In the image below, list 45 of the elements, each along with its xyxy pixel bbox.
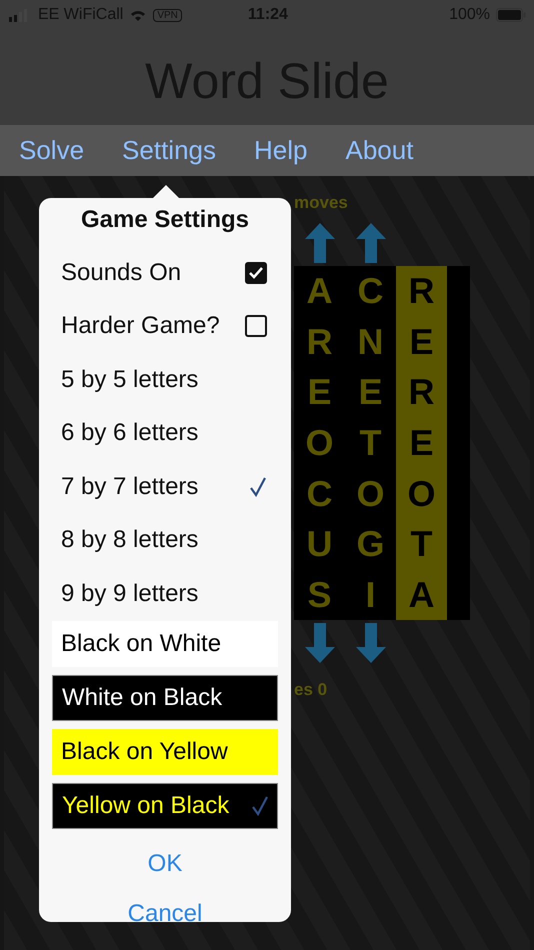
checkbox[interactable] [245,262,267,284]
letter-tile[interactable]: G [356,523,384,566]
menu-link[interactable]: Help [254,135,308,166]
size-option[interactable]: 9 by 9 letters [39,567,291,620]
letter-tile[interactable]: A [408,574,434,616]
setting-label: Sounds On [61,258,182,287]
theme-option[interactable]: Black on Yellow [52,728,278,774]
letter-tile[interactable]: T [410,523,432,566]
target-text: moves [294,192,349,214]
letter-tile[interactable]: R [408,371,434,414]
letter-tile[interactable]: I [365,574,376,616]
menu-link[interactable]: Settings [122,135,216,166]
checkbox[interactable] [245,315,267,338]
letter-tile[interactable]: O [305,422,334,464]
moves-text: es 0 [294,679,328,700]
letter-tile[interactable]: E [409,320,434,363]
size-option[interactable]: 8 by 8 letters [39,514,291,567]
letter-tile[interactable]: E [307,371,332,414]
letter-tile[interactable]: U [306,523,332,566]
size-option[interactable]: 5 by 5 letters [39,353,291,406]
battery-icon [496,8,526,22]
letter-tile[interactable]: R [306,320,332,363]
letter-tile[interactable]: C [358,270,384,312]
letter-tile[interactable]: A [306,270,332,312]
wifi-icon [129,8,148,22]
size-option[interactable]: 7 by 7 letters [39,460,291,514]
menu-link[interactable]: About [345,135,414,166]
letter-tile[interactable]: S [307,574,332,616]
letter-tile[interactable]: C [306,472,332,515]
menu-link[interactable]: Solve [19,135,84,166]
cancel-button[interactable]: Cancel [124,888,206,922]
size-option[interactable]: 6 by 6 letters [39,406,291,460]
setting-label: Harder Game? [61,312,220,340]
theme-option[interactable]: Black on White [52,620,278,666]
letter-tile[interactable]: O [356,472,384,515]
popover-title: Game Settings [80,205,250,235]
letter-tile[interactable]: E [358,371,382,414]
letter-tile[interactable]: R [408,270,434,312]
theme-option[interactable]: White on Black [52,674,278,720]
letter-tile[interactable]: T [360,422,382,464]
letter-tile[interactable]: E [409,422,434,464]
letter-tile[interactable]: N [358,320,384,363]
ok-button[interactable]: OK [144,838,186,888]
letter-tile[interactable]: O [407,472,436,515]
theme-option[interactable]: Yellow on Black [52,782,278,828]
